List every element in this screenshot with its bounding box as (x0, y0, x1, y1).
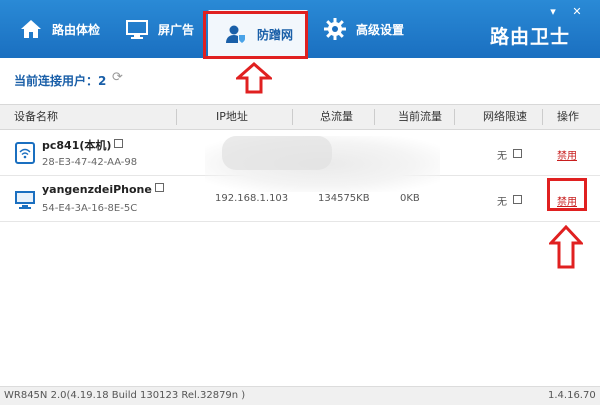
col-current-traffic: 当前流量 (398, 110, 442, 123)
device-total-traffic: 134575KB (318, 193, 370, 204)
speed-limit-value: 无 (497, 197, 507, 208)
redacted-blur (222, 136, 332, 170)
arrow-up-annotation (549, 225, 583, 269)
tab-label: 高级设置 (356, 22, 405, 37)
col-device-name: 设备名称 (14, 110, 58, 123)
col-separator (292, 109, 293, 125)
speed-limit-value: 无 (497, 151, 507, 162)
tab-block-ads[interactable]: 屏广告 (124, 0, 212, 58)
monitor-icon (124, 16, 150, 42)
device-name-text: pc841(本机) (42, 139, 112, 152)
speed-limit: 无 (497, 147, 522, 162)
monitor-icon (15, 191, 35, 209)
col-separator (454, 109, 455, 125)
connected-users-label: 当前连接用户：2 (14, 74, 107, 88)
speed-limit: 无 (497, 193, 522, 208)
edit-icon[interactable] (114, 139, 124, 148)
device-current-traffic: 0KB (400, 193, 420, 204)
tablet-wifi-icon (15, 142, 35, 164)
firmware-info: WR845N 2.0(4.19.18 Build 130123 Rel.3287… (4, 390, 246, 401)
device-mac: 54-E4-3A-16-8E-5C (42, 203, 138, 214)
col-separator (176, 109, 177, 125)
status-bar: WR845N 2.0(4.19.18 Build 130123 Rel.3287… (0, 386, 600, 405)
col-speed-limit: 网络限速 (483, 110, 527, 123)
home-icon (18, 16, 44, 42)
tab-advanced-settings[interactable]: 高级设置 (322, 0, 422, 58)
tab-label: 路由体检 (52, 22, 101, 37)
col-total-traffic: 总流量 (320, 110, 353, 123)
brand-logo: 路由卫士 (490, 26, 571, 48)
col-separator (542, 109, 543, 125)
device-name: yangenzdeiPhone (42, 183, 164, 196)
device-name: pc841(本机) (42, 137, 124, 153)
edit-icon[interactable] (154, 183, 164, 192)
ban-button-highlight (547, 178, 587, 211)
refresh-icon[interactable]: ⟳ (112, 70, 123, 85)
minimize-button[interactable]: ▾ (546, 6, 560, 18)
close-button[interactable]: ✕ (570, 6, 584, 18)
tab-router-check[interactable]: 路由体检 (18, 0, 116, 58)
device-name-text: yangenzdeiPhone (42, 183, 152, 196)
table-header: 设备名称 IP地址 总流量 当前流量 网络限速 操作 (0, 104, 600, 130)
arrow-up-annotation (236, 62, 272, 94)
gear-icon (322, 16, 348, 42)
tab-label: 屏广告 (158, 22, 195, 37)
device-mac: 28-E3-47-42-AA-98 (42, 157, 138, 168)
col-ip: IP地址 (216, 110, 248, 123)
edit-icon[interactable] (513, 149, 522, 158)
ban-button[interactable]: 禁用 (557, 147, 577, 162)
device-ip: 192.168.1.103 (215, 193, 289, 204)
edit-icon[interactable] (513, 195, 522, 204)
col-separator (374, 109, 375, 125)
active-tab-highlight (203, 11, 308, 59)
col-action: 操作 (557, 110, 579, 123)
app-version: 1.4.16.70 (548, 390, 596, 401)
